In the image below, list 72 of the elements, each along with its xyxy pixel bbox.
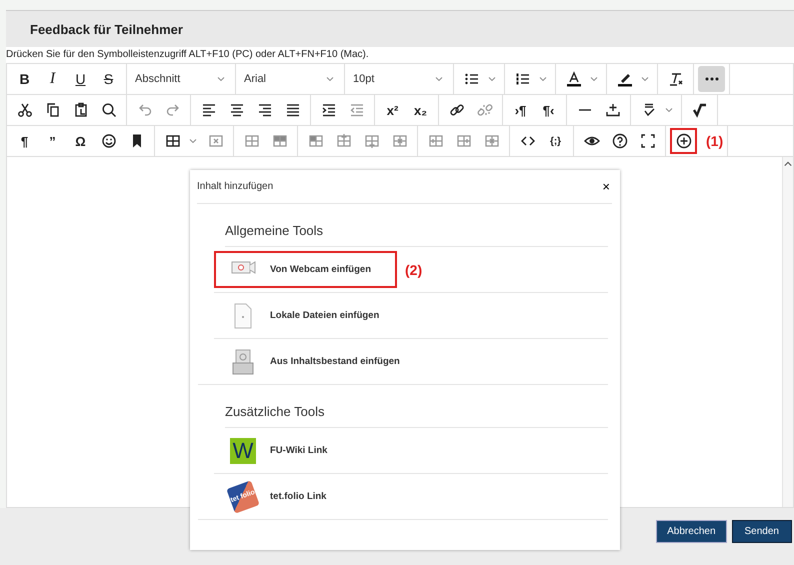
indent-icon bbox=[320, 102, 336, 118]
clear-format-icon bbox=[668, 71, 684, 87]
wiki-logo: W bbox=[230, 438, 256, 464]
subscript-button[interactable]: x₂ bbox=[407, 97, 434, 123]
fullscreen-icon bbox=[640, 133, 656, 149]
bullet-list-icon bbox=[464, 71, 480, 87]
cancel-button[interactable]: Abbrechen bbox=[656, 520, 727, 543]
section-heading: Zusätzliche Tools bbox=[225, 404, 608, 428]
more-icon bbox=[704, 77, 718, 81]
annotation-label: (1) bbox=[706, 133, 724, 149]
link-icon bbox=[448, 102, 464, 118]
clipboard-icon bbox=[72, 102, 88, 118]
repository-icon bbox=[230, 348, 256, 374]
table-cell-icon bbox=[308, 133, 324, 149]
toolbar-button[interactable]: Ω bbox=[67, 128, 94, 154]
menu-item[interactable]: Von Webcam einfügen bbox=[214, 251, 397, 288]
toolbar-button[interactable]: ” bbox=[39, 128, 66, 154]
menu-item[interactable]: W FU-Wiki Link bbox=[214, 432, 397, 469]
broken-link-icon bbox=[476, 102, 492, 118]
search-icon bbox=[100, 102, 116, 118]
toolbar-button[interactable]: ›¶ bbox=[507, 97, 534, 123]
table-icon bbox=[164, 133, 180, 149]
scroll-up-icon[interactable] bbox=[784, 160, 792, 168]
toolbar-button[interactable]: ¶‹ bbox=[535, 97, 562, 123]
row-above-icon bbox=[336, 133, 352, 149]
close-button[interactable]: × bbox=[600, 179, 612, 194]
dropdown-select[interactable]: 10pt bbox=[349, 66, 449, 92]
row-delete-icon bbox=[392, 133, 408, 149]
dialog-title: Inhalt hinzufügen bbox=[197, 181, 274, 192]
align-left-icon bbox=[200, 102, 216, 118]
dropdown-select[interactable]: Arial bbox=[240, 66, 340, 92]
align-right-icon bbox=[256, 102, 272, 118]
italic-button[interactable]: I bbox=[39, 66, 66, 92]
strikethrough-button[interactable]: S bbox=[95, 66, 122, 92]
justify-icon bbox=[284, 102, 300, 118]
table-row-icon bbox=[244, 133, 260, 149]
section-title: Feedback für Teilnehmer bbox=[30, 22, 183, 36]
annotation-label: (2) bbox=[405, 262, 422, 278]
font-color-icon bbox=[566, 71, 582, 87]
toolbar-button[interactable]: ¶ bbox=[11, 128, 38, 154]
align-center-icon bbox=[228, 102, 244, 118]
send-button[interactable]: Senden bbox=[732, 520, 792, 543]
add-icon bbox=[676, 133, 692, 149]
delete-cell-icon bbox=[208, 133, 224, 149]
outdent-icon bbox=[348, 102, 364, 118]
bold-button[interactable]: B bbox=[11, 66, 38, 92]
scissors-icon bbox=[16, 102, 32, 118]
table-header-icon bbox=[272, 133, 288, 149]
underline-button[interactable]: U bbox=[67, 66, 94, 92]
column-after-icon bbox=[456, 133, 472, 149]
column-delete-icon bbox=[484, 133, 500, 149]
marker-icon bbox=[616, 71, 632, 87]
add-button[interactable] bbox=[670, 128, 697, 154]
undo-icon bbox=[136, 102, 152, 118]
insert-icon bbox=[604, 102, 620, 118]
scrollbar[interactable] bbox=[782, 157, 793, 507]
toolbar-button[interactable]: {;} bbox=[542, 128, 569, 154]
column-before-icon bbox=[428, 133, 444, 149]
menu-item[interactable]: Aus Inhaltsbestand einfügen bbox=[214, 343, 397, 380]
superscript-button[interactable]: x² bbox=[379, 97, 406, 123]
more-button[interactable] bbox=[698, 66, 725, 92]
section-heading: Allgemeine Tools bbox=[225, 223, 608, 247]
square-root-icon bbox=[692, 102, 708, 118]
smiley-icon bbox=[100, 133, 116, 149]
copy-icon bbox=[44, 102, 60, 118]
dropdown-select[interactable]: Abschnitt bbox=[131, 66, 231, 92]
help-icon bbox=[612, 133, 628, 149]
numbered-list-icon bbox=[514, 71, 530, 87]
redo-icon bbox=[164, 102, 180, 118]
horizontal-line-icon bbox=[578, 109, 590, 111]
row-below-icon bbox=[364, 133, 380, 149]
menu-item[interactable]: Lokale Dateien einfügen bbox=[214, 297, 397, 334]
